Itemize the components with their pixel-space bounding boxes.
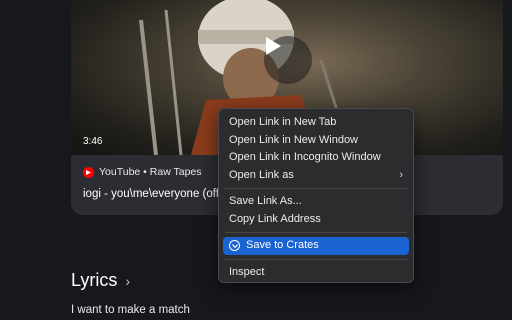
menu-item-inspect[interactable]: Inspect	[219, 264, 413, 282]
lyrics-first-line: I want to make a match	[71, 304, 190, 316]
youtube-icon	[83, 166, 94, 178]
menu-separator	[225, 188, 407, 189]
menu-separator	[225, 232, 407, 233]
menu-item-label: Open Link as	[229, 168, 294, 181]
menu-item-open-link-as[interactable]: Open Link as ›	[219, 167, 413, 185]
menu-item-open-new-tab[interactable]: Open Link in New Tab	[219, 114, 413, 132]
video-duration: 3:46	[83, 136, 103, 147]
menu-item-save-link-as[interactable]: Save Link As...	[219, 193, 413, 211]
menu-item-open-incognito[interactable]: Open Link in Incognito Window	[219, 149, 413, 167]
menu-item-copy-link-address[interactable]: Copy Link Address	[219, 211, 413, 229]
lyrics-heading: Lyrics	[71, 270, 118, 290]
menu-separator	[225, 258, 407, 260]
submenu-arrow-icon: ›	[399, 168, 403, 181]
video-source: YouTube • Raw Tapes	[99, 166, 202, 178]
menu-item-open-new-window[interactable]: Open Link in New Window	[219, 132, 413, 150]
crate-icon	[229, 240, 240, 252]
play-icon	[266, 37, 281, 55]
chevron-right-icon: ›	[125, 272, 131, 289]
menu-item-label: Save to Crates	[246, 239, 319, 251]
menu-item-save-to-crates[interactable]: Save to Crates	[223, 237, 409, 255]
lyrics-header[interactable]: Lyrics ›	[71, 270, 130, 291]
context-menu: Open Link in New Tab Open Link in New Wi…	[218, 108, 414, 283]
play-button[interactable]	[264, 36, 312, 84]
